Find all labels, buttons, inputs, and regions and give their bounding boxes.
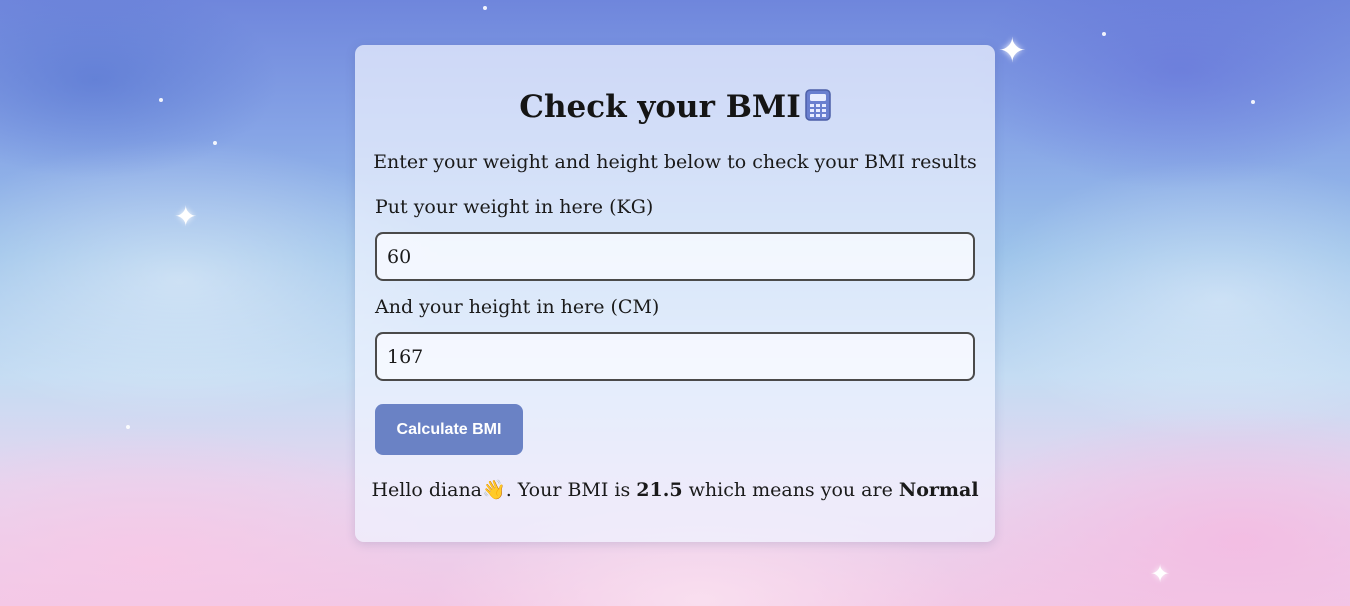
height-input[interactable]: [375, 332, 975, 381]
calculate-bmi-button[interactable]: Calculate BMI: [375, 404, 523, 455]
sparkle-icon: ✦: [1150, 560, 1171, 588]
weight-input[interactable]: [375, 232, 975, 281]
star-dot: [483, 6, 487, 10]
title-text: Check your BMI: [519, 89, 801, 125]
star-dot: [1251, 100, 1255, 104]
calculator-icon: [804, 89, 831, 131]
bmi-result: Hello diana👋. Your BMI is 21.5 which mea…: [355, 477, 995, 503]
wave-icon: 👋: [482, 479, 506, 501]
height-label: And your height in here (CM): [375, 296, 660, 318]
star-dot: [126, 425, 130, 429]
page-title: Check your BMI: [355, 87, 995, 131]
result-prefix: . Your BMI is: [505, 479, 637, 501]
result-middle: which means you are: [682, 479, 899, 501]
bmi-card: Check your BMI Enter your weight and hei…: [355, 45, 995, 542]
star-dot: [213, 141, 217, 145]
bmi-value: 21.5: [636, 479, 683, 501]
sparkle-icon: ✦: [998, 31, 1027, 71]
greeting-text: Hello diana: [371, 479, 483, 501]
subtitle: Enter your weight and height below to ch…: [373, 151, 977, 173]
bmi-category: Normal: [898, 479, 979, 501]
star-dot: [1102, 32, 1106, 36]
weight-label: Put your weight in here (KG): [375, 196, 654, 218]
sparkle-icon: ✦: [174, 200, 198, 233]
star-dot: [159, 98, 163, 102]
